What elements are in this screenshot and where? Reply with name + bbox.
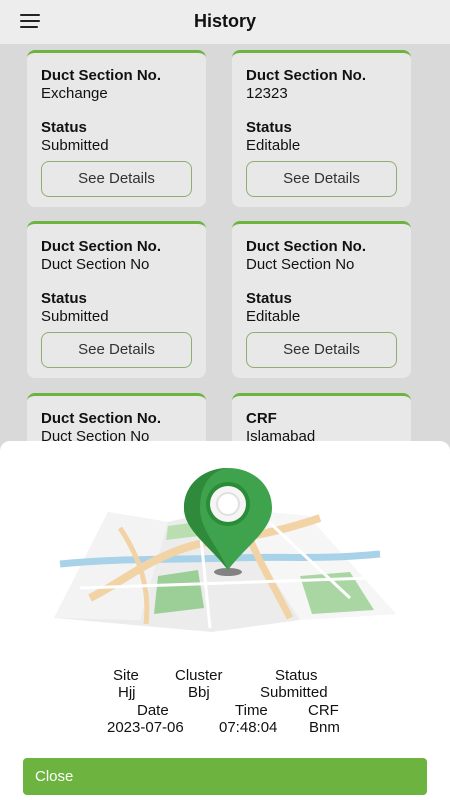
card-status-value: Submitted [41,137,109,154]
cluster-value: Bbj [188,684,210,701]
history-card: Duct Section No. Duct Section No Status … [27,221,206,378]
app-header: History [0,0,450,44]
site-value: Hjj [118,684,136,701]
card-status-label: Status [246,119,292,136]
card-status-label: Status [41,119,87,136]
see-details-button[interactable]: See Details [246,161,397,197]
see-details-button[interactable]: See Details [41,161,192,197]
history-card: Duct Section No. Exchange Status Submitt… [27,50,206,207]
crf-label: CRF [308,702,339,719]
card-value: Exchange [41,85,108,102]
status-label: Status [275,667,318,684]
date-value: 2023-07-06 [107,719,184,736]
history-card: Duct Section No. Duct Section No Status … [232,221,411,378]
time-label: Time [235,702,268,719]
cluster-label: Cluster [175,667,223,684]
card-label: CRF [246,410,277,427]
site-label: Site [113,667,139,684]
card-label: Duct Section No. [246,238,367,255]
card-status-label: Status [41,290,87,307]
card-value: 12323 [246,85,288,102]
card-status-value: Editable [246,308,301,325]
card-label: Duct Section No. [246,67,367,84]
map-location-pin-icon [54,468,396,632]
close-button[interactable]: Close [23,758,427,795]
card-label: Duct Section No. [41,410,162,427]
history-card: Duct Section No. 12323 Status Editable S… [232,50,411,207]
see-details-button[interactable]: See Details [246,332,397,368]
time-value: 07:48:04 [219,719,278,736]
page-title: History [193,11,256,31]
card-value: Duct Section No [41,256,150,273]
crf-value: Bnm [309,719,340,736]
see-details-button[interactable]: See Details [41,332,192,368]
card-status-value: Editable [246,137,301,154]
card-status-label: Status [246,290,292,307]
date-label: Date [137,702,169,719]
card-label: Duct Section No. [41,238,162,255]
card-status-value: Submitted [41,308,109,325]
status-value: Submitted [260,684,328,701]
card-value: Duct Section No [246,256,355,273]
card-label: Duct Section No. [41,67,162,84]
